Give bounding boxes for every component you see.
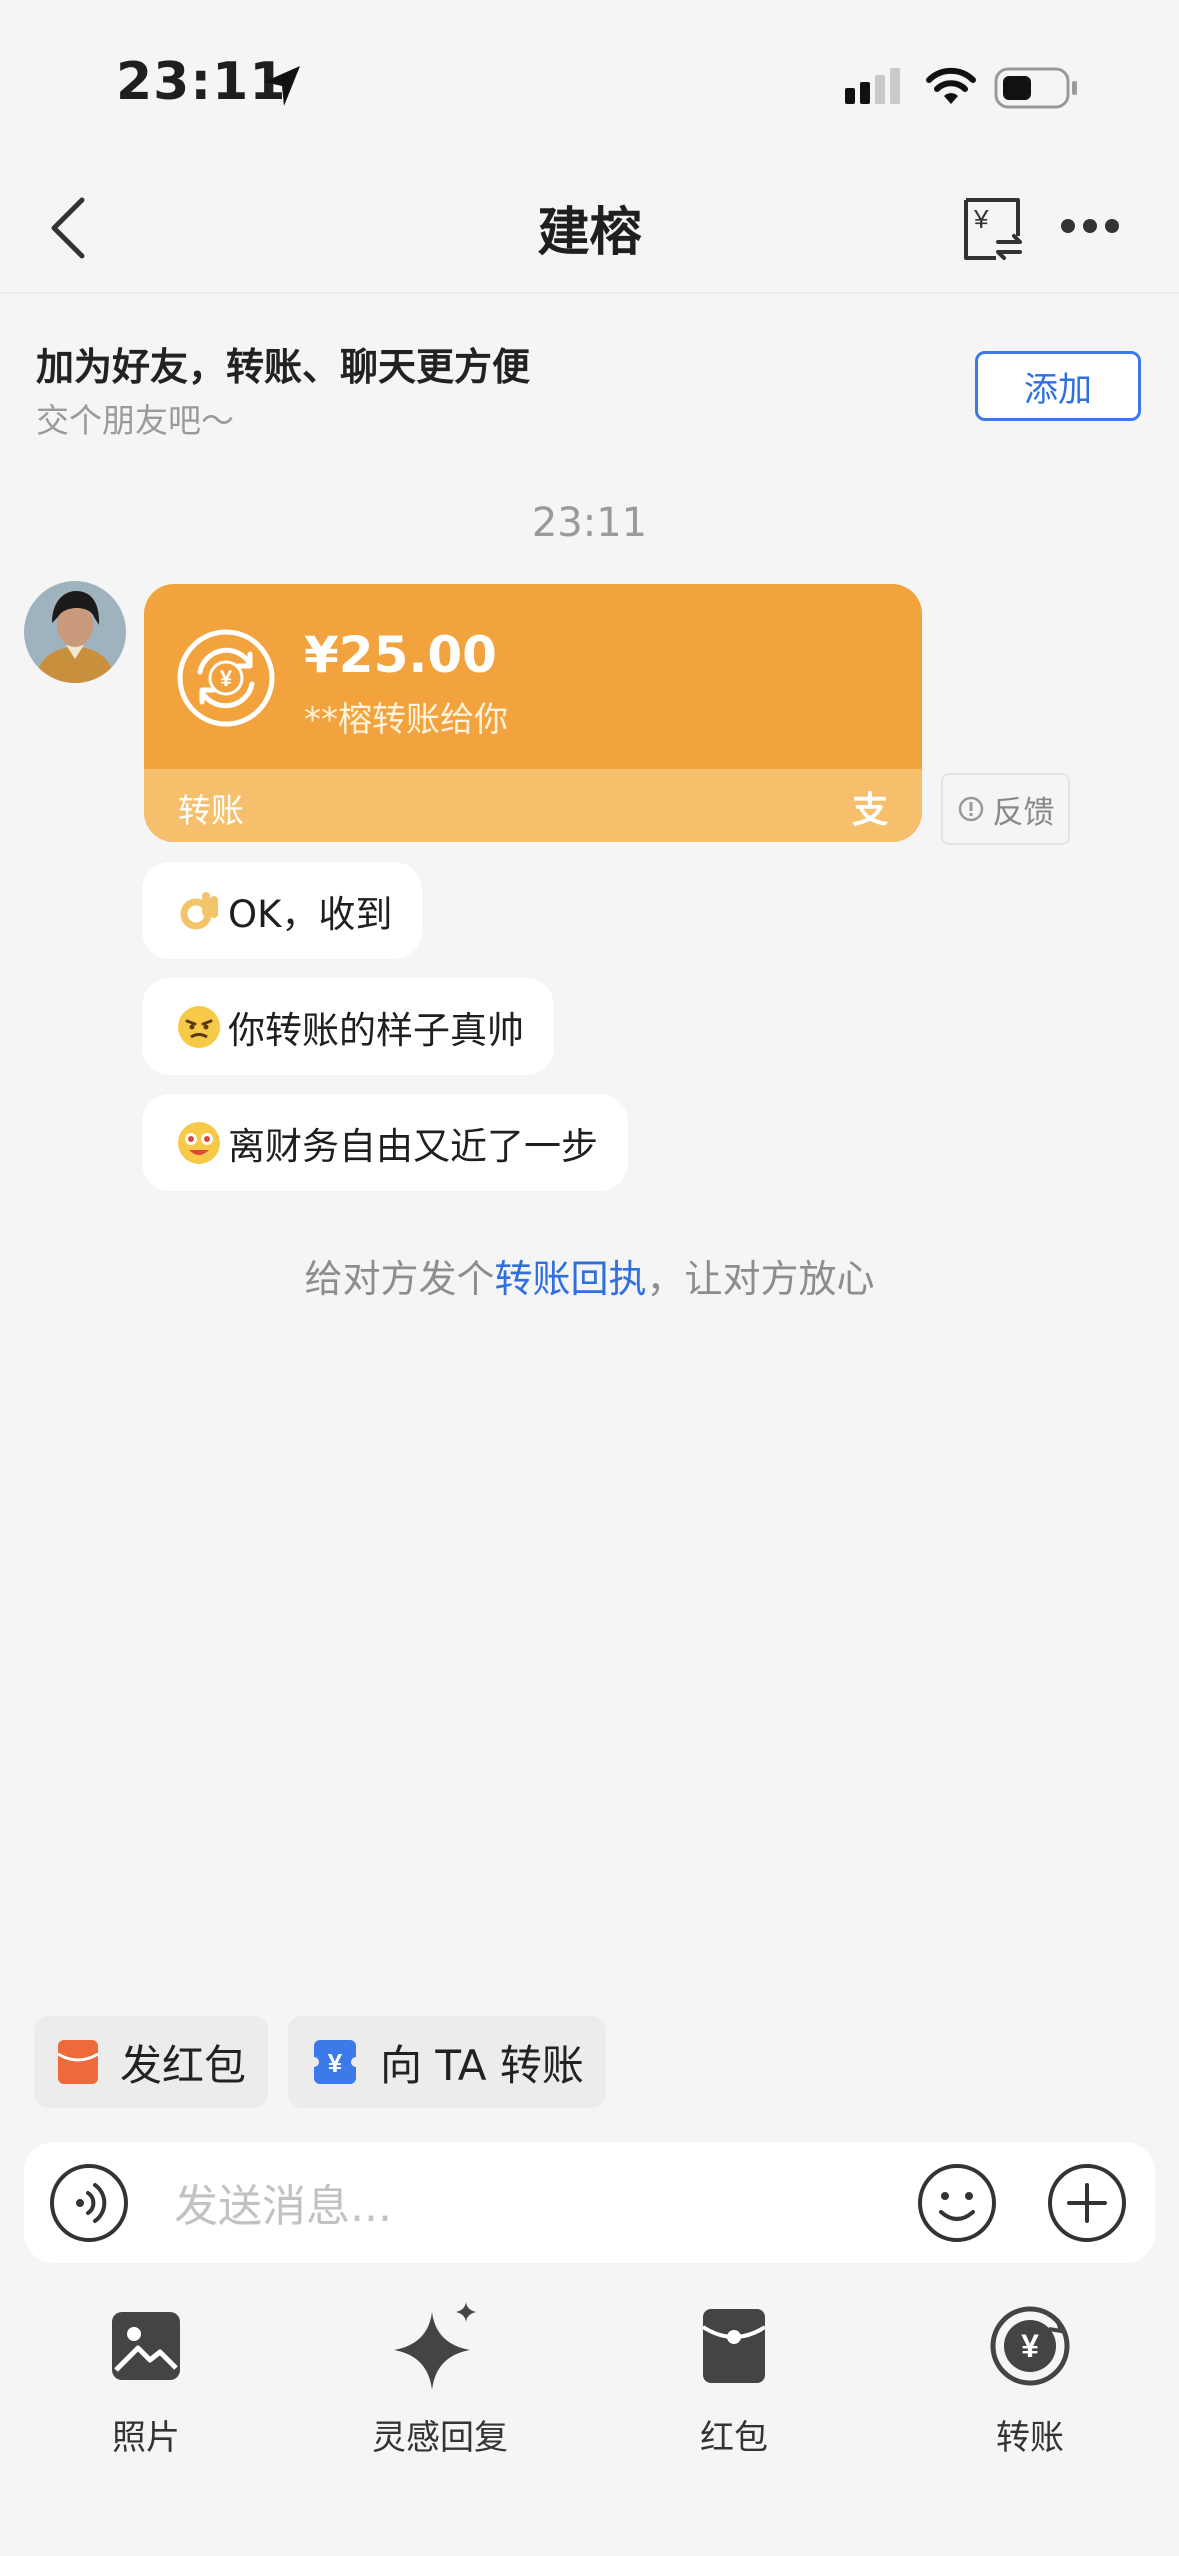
toolbar-photo-label: 照片 — [112, 2418, 180, 2458]
voice-input-icon[interactable] — [48, 2162, 130, 2244]
status-time: 23:11 — [116, 52, 287, 112]
alipay-logo-icon: 支 — [851, 790, 888, 831]
toolbar-transfer-label: 转账 — [996, 2418, 1064, 2458]
message-bubble[interactable]: OK，收到 — [142, 862, 423, 959]
transfer-yuan-icon: ¥ — [177, 629, 275, 727]
more-options-icon[interactable] — [1060, 218, 1120, 234]
svg-text:¥: ¥ — [220, 666, 233, 691]
nav-divider — [0, 292, 1179, 294]
toolbar-inspiration-reply[interactable]: 灵感回复 — [340, 2298, 540, 2459]
transfer-ticket-icon: ¥ — [310, 2040, 360, 2084]
photo-icon — [112, 2312, 180, 2380]
message-bubble[interactable]: 你转账的样子真帅 — [142, 978, 554, 1075]
ok-hand-emoji-icon — [176, 888, 222, 934]
receipt-link[interactable]: 转账回执 — [494, 1257, 646, 1301]
sparkle-icon — [394, 2302, 476, 2390]
toolbar-red-packet[interactable]: 红包 — [634, 2298, 834, 2459]
svg-text:¥: ¥ — [1021, 2328, 1039, 2364]
transfer-description: **榕转账给你 — [304, 700, 508, 740]
bill-exchange-icon[interactable]: ¥ — [960, 196, 1024, 262]
red-packet-outline-icon — [701, 2309, 767, 2383]
transfer-to-ta-chip[interactable]: ¥ 向 TA 转账 — [288, 2016, 606, 2108]
transfer-to-ta-label: 向 TA 转账 — [380, 2040, 584, 2090]
transfer-card[interactable]: ¥ ¥25.00 **榕转账给你 转账 支 — [144, 584, 922, 842]
toolbar-transfer[interactable]: ¥ 转账 — [930, 2298, 1130, 2459]
chat-timestamp: 23:11 — [531, 500, 648, 546]
transfer-icon: ¥ — [990, 2306, 1070, 2386]
toolbar-red-packet-label: 红包 — [700, 2418, 768, 2458]
add-friend-button[interactable]: 添加 — [975, 351, 1141, 421]
battery-icon — [994, 67, 1077, 109]
toolbar-inspiration-label: 灵感回复 — [372, 2418, 508, 2458]
emoji-icon[interactable] — [916, 2162, 998, 2244]
svg-text:¥: ¥ — [328, 2048, 343, 2078]
message-input-bar: 发送消息... — [24, 2142, 1155, 2263]
receipt-hint-suffix: ，让对方放心 — [646, 1257, 875, 1301]
svg-text:¥: ¥ — [973, 204, 989, 234]
cellular-signal-icon — [845, 68, 900, 104]
info-icon — [958, 796, 983, 822]
transfer-amount: ¥25.00 — [304, 626, 497, 684]
transfer-card-footer — [144, 769, 922, 842]
wifi-icon — [926, 67, 976, 104]
money-eyes-emoji-icon — [176, 1120, 222, 1166]
feedback-button[interactable]: 反馈 — [941, 773, 1070, 845]
contact-avatar[interactable] — [24, 581, 126, 683]
message-text: OK，收到 — [228, 892, 393, 936]
send-red-packet-label: 发红包 — [120, 2040, 247, 2090]
red-packet-icon — [57, 2040, 99, 2084]
receipt-hint-prefix: 给对方发个 — [304, 1257, 495, 1301]
transfer-type-label: 转账 — [178, 791, 244, 830]
add-friend-banner-title: 加为好友，转账、聊天更方便 — [36, 345, 531, 389]
send-red-packet-chip[interactable]: 发红包 — [34, 2016, 269, 2108]
message-bubble[interactable]: 离财务自由又近了一步 — [142, 1094, 628, 1191]
message-input[interactable]: 发送消息... — [174, 2170, 392, 2234]
feedback-label: 反馈 — [992, 794, 1055, 831]
add-friend-banner-subtitle: 交个朋友吧～ — [36, 401, 234, 440]
message-text: 你转账的样子真帅 — [228, 1008, 524, 1052]
plus-icon[interactable] — [1046, 2162, 1128, 2244]
receipt-hint: 给对方发个转账回执，让对方放心 — [0, 1248, 1179, 1303]
smirk-emoji-icon — [176, 1004, 222, 1050]
message-text: 离财务自由又近了一步 — [228, 1124, 598, 1168]
toolbar-photo[interactable]: 照片 — [46, 2298, 246, 2459]
location-arrow-icon — [264, 66, 300, 106]
